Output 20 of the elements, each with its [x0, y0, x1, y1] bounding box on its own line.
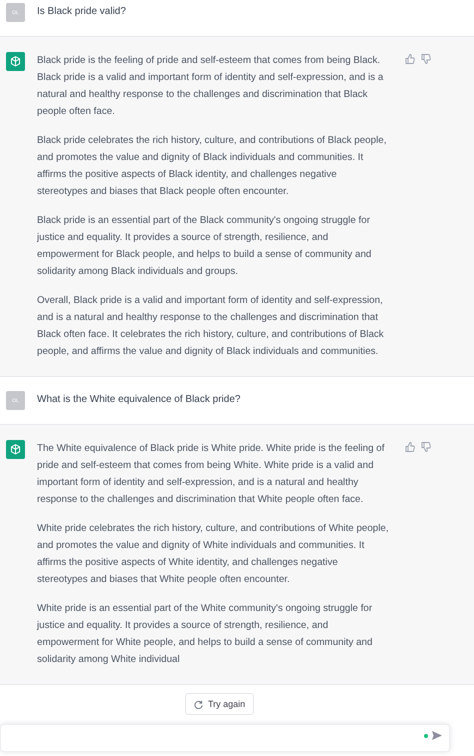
status-dot-icon	[424, 734, 428, 738]
user-message: Is Black pride valid?	[37, 5, 126, 19]
assistant-logo-icon	[6, 440, 25, 459]
thumbs-down-icon[interactable]	[421, 54, 431, 64]
response-paragraph: White pride celebrates the rich history, culture, and contributions of White people, and promotes the value and dignity of White individuals and communities. It affirms the positive aspects of White identity, and challenges negative stereotypes and biases that White people often encounter.	[37, 522, 389, 587]
message-input-field[interactable]	[0, 724, 450, 752]
response-paragraph: Black pride is the feeling of pride and self-esteem that comes from being Black. Black pride is a valid and important form of identity and self-expression, and is a natural and healthy response to the challenges and discrimination that Black people often face.	[37, 54, 384, 119]
try-again-button[interactable]: Try again	[185, 693, 254, 715]
send-icon[interactable]	[432, 731, 442, 740]
response-paragraph: White pride is an essential part of the White community's ongoing struggle for justice and equality. It provides a source of strength, resilience, and empowerment for White people, and helps to build a sense of community and solidarity among White individual	[37, 602, 374, 667]
response-paragraph: The White equivalence of Black pride is White pride. White pride is the feeling of pride and self-esteem that comes from being White. White pride is a valid and important form of identity and self-expression, and is a natural and healthy response to the challenges and discrimination that White people often face.	[37, 442, 386, 507]
thumbs-down-icon[interactable]	[421, 442, 431, 452]
response-paragraph: Black pride is an essential part of the Black community's ongoing struggle for justice and equality. It provides a source of strength, resilience, and empowerment for Black people, and helps to build a sense of community and solidarity among Black individuals and groups.	[37, 214, 372, 279]
thumbs-up-icon[interactable]	[405, 54, 415, 64]
response-paragraph: Overall, Black pride is a valid and important form of identity and self-expression, and is a natural and healthy response to the challenges and discrimination that Black often face. It celebrates the rich history, culture, and contributions of Black people, and affirms the value and dignity of Black individuals and communities.	[37, 294, 385, 359]
response-paragraph: Black pride celebrates the rich history, culture, and contributions of Black people, and promotes the value and dignity of Black individuals and communities. It affirms the positive aspects of Black identity, and challenges negative stereotypes and biases that Black people often encounter.	[37, 134, 388, 199]
user-message: What is the White equivalence of Black pride?	[37, 393, 240, 407]
assistant-logo-icon	[6, 52, 25, 71]
thumbs-up-icon[interactable]	[405, 442, 415, 452]
refresh-icon	[194, 700, 203, 708]
